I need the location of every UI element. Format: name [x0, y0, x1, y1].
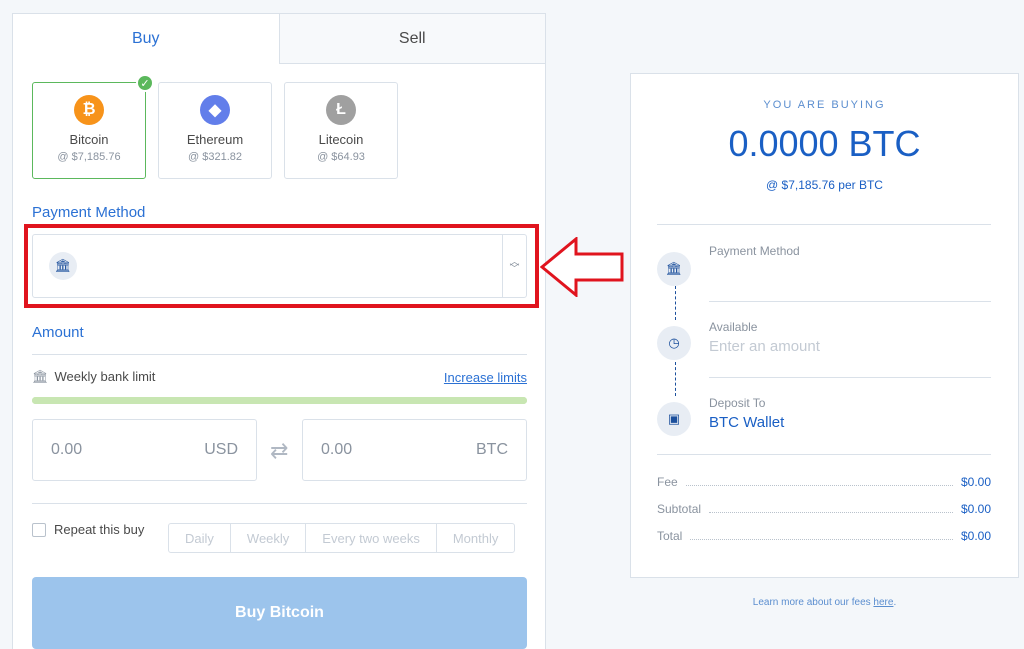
coin-name: Litecoin: [318, 132, 364, 147]
available-label: Available: [709, 320, 758, 334]
tab-buy[interactable]: Buy: [13, 14, 279, 64]
coin-name: Ethereum: [186, 132, 244, 147]
coin-card-bitcoin[interactable]: ₿ Bitcoin @ $7,185.76 ✓: [32, 74, 154, 179]
repeat-label: Repeat this buy: [54, 522, 145, 537]
btc-value: 0.00: [321, 441, 353, 458]
btc-amount-input[interactable]: 0.00 BTC: [302, 419, 527, 481]
arrow-left-icon: [540, 237, 624, 297]
coin-card-litecoin[interactable]: Ł Litecoin @ $64.93: [284, 82, 398, 179]
learn-more-text: Learn more about our fees: [752, 597, 874, 608]
divider: [709, 377, 991, 378]
dot-leader: [709, 505, 953, 513]
repeat-checkbox[interactable]: [32, 522, 46, 537]
bitcoin-icon: ₿: [74, 95, 104, 125]
fee-label: Fee: [657, 475, 678, 489]
total-row: Total $0.00: [657, 529, 991, 543]
coin-card-ethereum[interactable]: ◆ Ethereum @ $321.82: [158, 82, 272, 179]
buy-sell-panel: Buy Sell ₿ Bitcoin @ $7,185.76 ✓ ◆ Ether…: [12, 13, 546, 649]
increase-limits-link[interactable]: Increase limits: [444, 370, 527, 385]
connector: [675, 362, 676, 396]
total-label: Total: [657, 529, 683, 543]
deposit-label: Deposit To: [709, 396, 766, 410]
ethereum-icon: ◆: [200, 95, 230, 125]
subtotal-row: Subtotal $0.00: [657, 502, 991, 516]
divider: [32, 354, 527, 355]
freq-monthly[interactable]: Monthly: [437, 524, 515, 552]
amount-title: Amount: [32, 324, 84, 341]
available-value: Enter an amount: [709, 338, 820, 355]
freq-daily[interactable]: Daily: [169, 524, 231, 552]
usd-amount-input[interactable]: 0.00 USD: [32, 419, 257, 481]
divider: [709, 301, 991, 302]
limit-progress-bar: [32, 397, 527, 404]
bank-icon: 🏛: [32, 369, 49, 384]
total-value: $0.00: [960, 529, 991, 543]
bank-icon: 🏛: [657, 252, 691, 286]
connector: [675, 286, 676, 320]
fee-value: $0.00: [960, 475, 991, 489]
order-summary-panel: YOU ARE BUYING 0.0000 BTC @ $7,185.76 pe…: [630, 73, 1019, 578]
summary-heading: YOU ARE BUYING: [763, 99, 886, 111]
frequency-selector: Daily Weekly Every two weeks Monthly: [168, 523, 516, 553]
repeat-buy-toggle[interactable]: Repeat this buy: [32, 522, 144, 537]
payment-method-label: Payment Method: [709, 244, 800, 258]
weekly-limit-label: 🏛 Weekly bank limit: [32, 369, 155, 385]
coin-price: @ $7,185.76: [57, 151, 121, 163]
tab-sell[interactable]: Sell: [278, 14, 545, 64]
swap-icon[interactable]: ⇄: [270, 438, 288, 464]
weekly-limit-text: Weekly bank limit: [54, 369, 156, 384]
coin-price: @ $64.93: [317, 151, 365, 163]
usd-value: 0.00: [51, 441, 83, 458]
divider: [657, 224, 991, 225]
wallet-icon: ▣: [657, 402, 691, 436]
summary-available: ◷ Available Enter an amount: [657, 320, 991, 382]
deposit-value: BTC Wallet: [709, 414, 785, 431]
btc-unit: BTC: [476, 441, 508, 458]
buy-bitcoin-button[interactable]: Buy Bitcoin: [32, 577, 527, 649]
summary-amount: 0.0000 BTC: [728, 123, 921, 164]
dot-leader: [685, 478, 953, 486]
highlight-box: [24, 224, 539, 308]
payment-method-title: Payment Method: [32, 204, 146, 221]
litecoin-icon: Ł: [326, 95, 356, 125]
divider: [657, 454, 991, 455]
check-icon: ✓: [136, 74, 154, 92]
coin-price: @ $321.82: [188, 151, 242, 163]
coin-selector: ₿ Bitcoin @ $7,185.76 ✓ ◆ Ethereum @ $32…: [32, 74, 398, 179]
summary-deposit: ▣ Deposit To BTC Wallet: [657, 396, 991, 458]
subtotal-value: $0.00: [960, 502, 991, 516]
fees-link[interactable]: here: [873, 597, 893, 608]
summary-payment-method: 🏛 Payment Method: [657, 244, 991, 306]
freq-weekly[interactable]: Weekly: [231, 524, 307, 552]
limit-progress-fill: [32, 397, 527, 404]
freq-every-two-weeks[interactable]: Every two weeks: [306, 524, 437, 552]
learn-more-fees: Learn more about our fees here.: [752, 597, 897, 608]
fee-row: Fee $0.00: [657, 475, 991, 489]
summary-rate: @ $7,185.76 per BTC: [766, 178, 883, 192]
buy-sell-tabs: Buy Sell: [13, 14, 545, 64]
usd-unit: USD: [204, 441, 238, 458]
coin-name: Bitcoin: [69, 132, 109, 147]
weekly-limit-row: 🏛 Weekly bank limit Increase limits: [32, 369, 527, 385]
divider: [32, 503, 527, 504]
subtotal-label: Subtotal: [657, 502, 702, 516]
clock-icon: ◷: [657, 326, 691, 360]
dot-leader: [690, 532, 953, 540]
